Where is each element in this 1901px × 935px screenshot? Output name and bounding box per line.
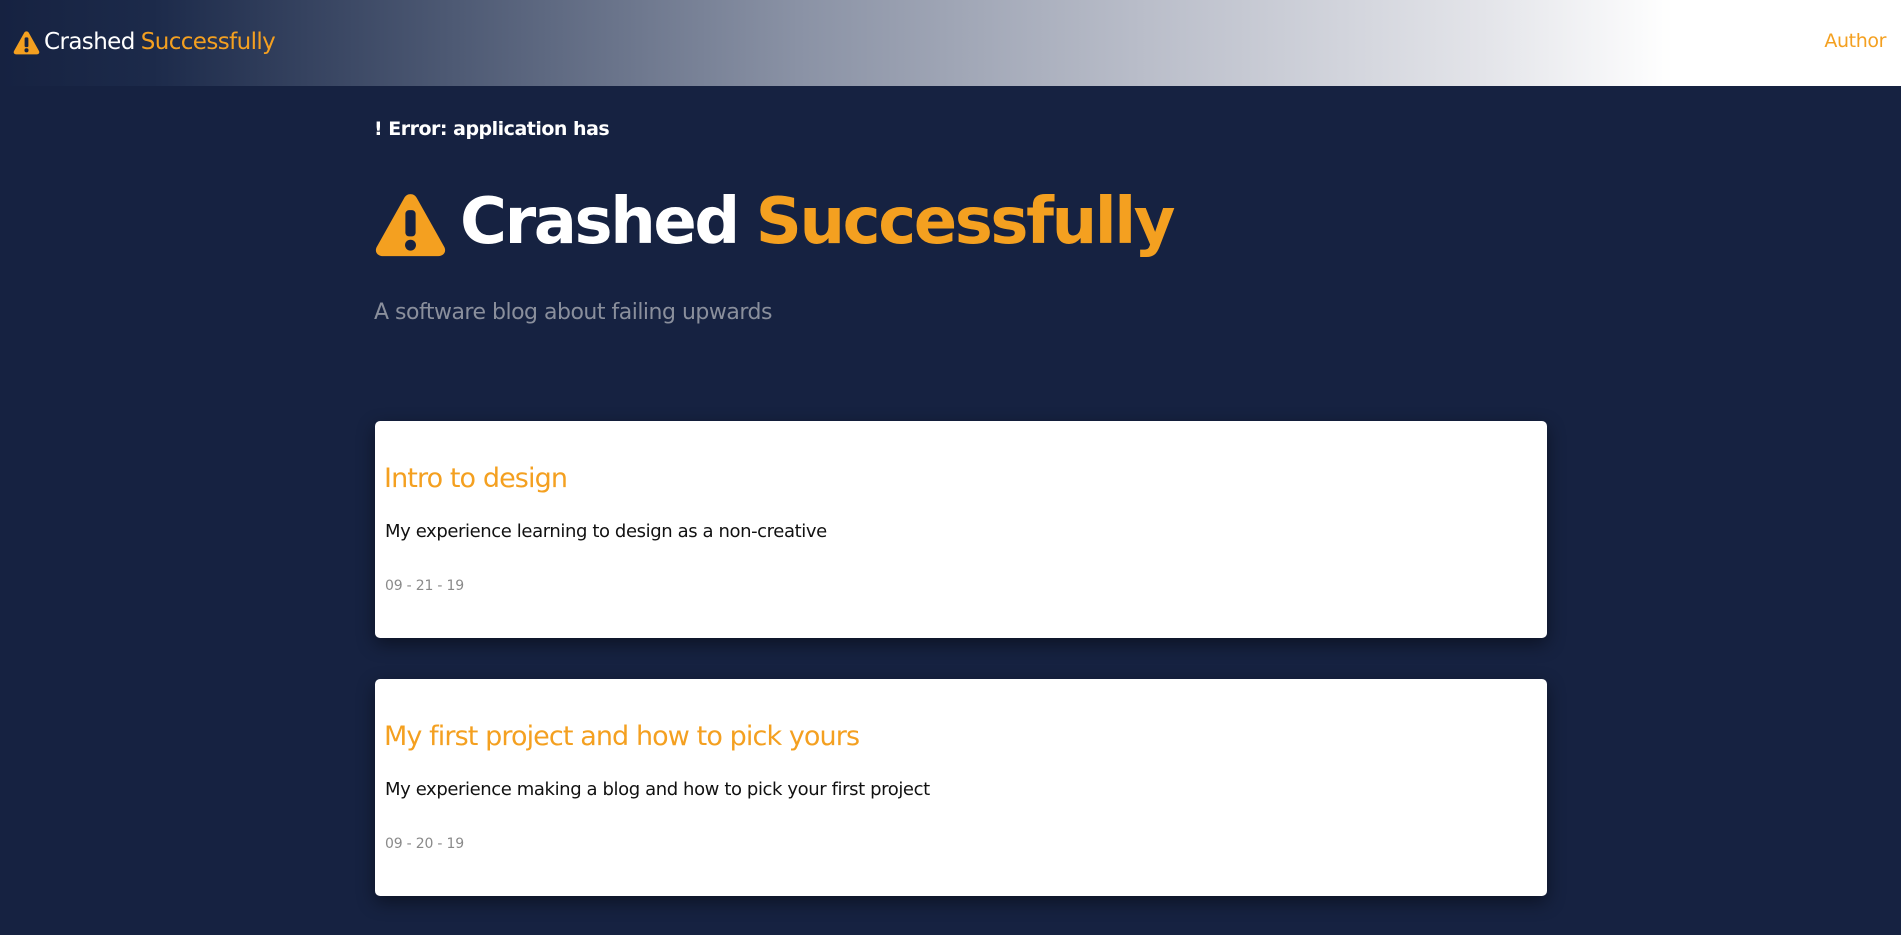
title-word-crashed: Crashed [460, 185, 740, 259]
author-link[interactable]: Author [1824, 30, 1886, 52]
brand-word-crashed: Crashed [44, 29, 135, 55]
brand-home-link[interactable]: Crashed Successfully [13, 27, 276, 57]
post-date: 09 - 20 - 19 [385, 836, 464, 852]
site-title: Crashed Successfully [374, 180, 1176, 264]
post-date: 09 - 21 - 19 [385, 578, 464, 594]
site-tagline: A software blog about failing upwards [374, 300, 772, 325]
post-title[interactable]: Intro to design [384, 463, 568, 494]
warning-triangle-icon [375, 194, 446, 257]
post-excerpt: My experience learning to design as a no… [385, 521, 827, 542]
post-card[interactable]: Intro to design My experience learning t… [375, 421, 1547, 638]
brand-word-successfully: Successfully [140, 29, 276, 55]
post-card[interactable]: My first project and how to pick yours M… [375, 679, 1547, 896]
error-label: ! Error: application has [374, 118, 610, 140]
title-word-successfully: Successfully [755, 185, 1176, 259]
top-navbar: Crashed Successfully Author [0, 0, 1901, 86]
post-title[interactable]: My first project and how to pick yours [384, 721, 860, 752]
warning-triangle-icon [13, 30, 40, 54]
post-excerpt: My experience making a blog and how to p… [385, 779, 930, 800]
